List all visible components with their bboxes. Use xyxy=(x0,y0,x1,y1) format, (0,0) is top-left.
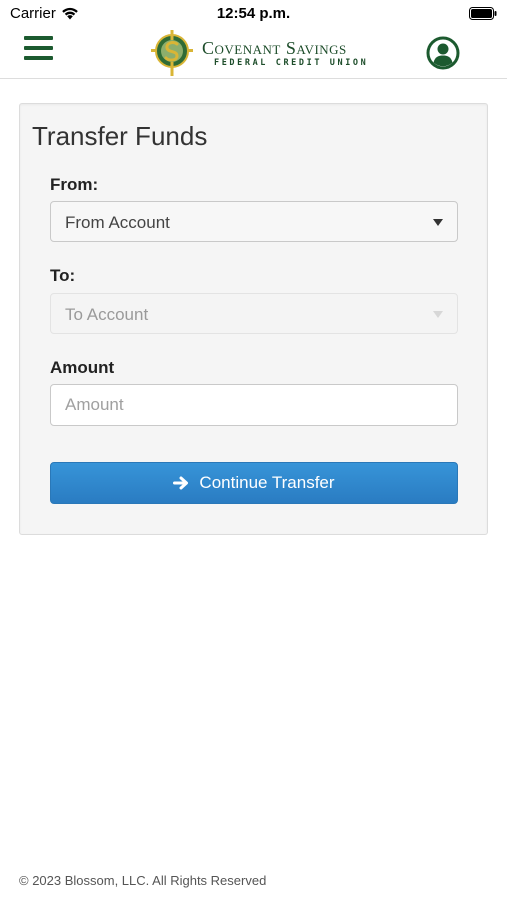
transfer-panel: Transfer Funds From: From Account To: To… xyxy=(19,103,488,535)
battery-icon xyxy=(469,7,497,20)
to-label: To: xyxy=(50,266,76,285)
logo-emblem-icon xyxy=(151,30,193,76)
caret-down-icon xyxy=(433,311,443,318)
caret-down-icon xyxy=(433,219,443,226)
status-time: 12:54 p.m. xyxy=(216,5,291,22)
amount-input[interactable] xyxy=(50,384,458,426)
amount-label: Amount xyxy=(50,358,115,377)
status-bar: Carrier 12:54 p.m. xyxy=(0,0,507,28)
profile-icon[interactable] xyxy=(426,36,460,70)
arrow-right-icon xyxy=(173,476,189,490)
footer-copyright: © 2023 Blossom, LLC. All Rights Reserved xyxy=(19,873,267,888)
continue-transfer-label: Continue Transfer xyxy=(199,473,335,492)
page-title: Transfer Funds xyxy=(32,121,208,151)
hamburger-menu-icon[interactable] xyxy=(24,36,54,64)
continue-transfer-button[interactable]: Continue Transfer xyxy=(50,462,458,504)
to-account-select[interactable]: To Account xyxy=(50,293,458,334)
from-label: From: xyxy=(50,175,99,194)
brand-logo[interactable]: Covenant Savings FEDERAL CREDIT UNION xyxy=(150,28,368,78)
app-header: Covenant Savings FEDERAL CREDIT UNION xyxy=(0,28,507,79)
brand-subtitle: FEDERAL CREDIT UNION xyxy=(214,58,369,68)
to-account-value: To Account xyxy=(65,305,149,324)
brand-name: Covenant Savings xyxy=(202,38,347,58)
from-account-value: From Account xyxy=(65,213,170,232)
from-account-select[interactable]: From Account xyxy=(50,201,458,242)
